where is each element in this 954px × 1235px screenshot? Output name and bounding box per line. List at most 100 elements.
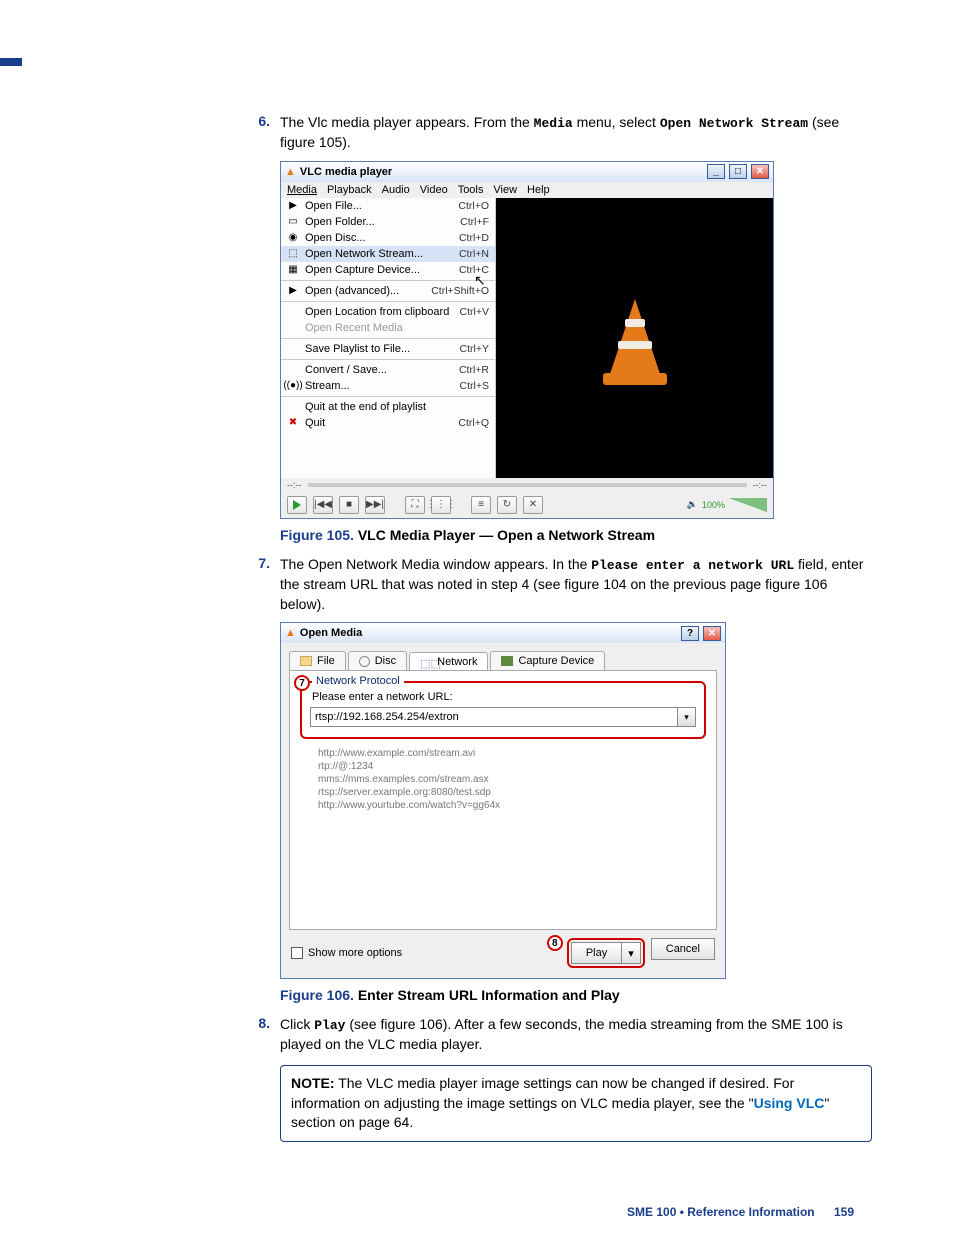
menu-item-icon: ▦ — [287, 264, 299, 276]
button-name: Play — [314, 1018, 345, 1033]
minimize-button[interactable]: _ — [707, 164, 725, 179]
network-icon: ⬚⬚ — [420, 657, 432, 667]
play-dropdown-button[interactable]: ▾ — [622, 942, 641, 964]
loop-button[interactable]: ↻ — [497, 496, 517, 514]
menu-item[interactable]: Convert / Save...Ctrl+R — [281, 362, 495, 378]
menu-item[interactable]: ◉Open Disc...Ctrl+D — [281, 230, 495, 246]
menu-tools[interactable]: Tools — [458, 184, 484, 196]
network-url-input[interactable] — [310, 707, 678, 727]
menu-item-label: Open Recent Media — [305, 322, 483, 334]
menu-item-label: Open Folder... — [305, 216, 454, 228]
tab-disc[interactable]: Disc — [348, 651, 407, 670]
menu-item-label: Open Disc... — [305, 232, 453, 244]
text: menu, select — [573, 114, 660, 130]
checkbox-label: Show more options — [308, 947, 402, 959]
seek-bar[interactable]: --:-- --:-- — [281, 478, 773, 492]
show-more-options[interactable]: Show more options — [291, 947, 402, 959]
url-dropdown-button[interactable]: ▾ — [678, 707, 696, 727]
menu-video[interactable]: Video — [420, 184, 448, 196]
command-name: Open Network Stream — [660, 116, 808, 131]
cursor-icon: ↖ — [474, 272, 486, 289]
stop-button[interactable]: ■ — [339, 496, 359, 514]
shuffle-button[interactable]: ✕ — [523, 496, 543, 514]
menu-item[interactable]: ⬚Open Network Stream...Ctrl+N — [281, 246, 495, 262]
menu-item[interactable]: ▭Open Folder...Ctrl+F — [281, 214, 495, 230]
vlc-cone-logo — [600, 290, 670, 385]
menu-item-icon: ▶ — [287, 200, 299, 212]
play-button[interactable] — [287, 496, 307, 514]
menu-item[interactable]: ((●))Stream...Ctrl+S — [281, 378, 495, 394]
url-prompt: Please enter a network URL: — [312, 691, 696, 703]
menu-item-label: Quit at the end of playlist — [305, 401, 483, 413]
tab-file[interactable]: File — [289, 651, 346, 670]
open-media-titlebar: ▲ Open Media ? ✕ — [281, 623, 725, 643]
menu-media[interactable]: Media — [287, 184, 317, 196]
menu-item-icon — [287, 343, 299, 355]
menu-item-label: Stream... — [305, 380, 454, 392]
prev-button[interactable]: |◀◀ — [313, 496, 333, 514]
fullscreen-button[interactable]: ⛶ — [405, 496, 425, 514]
vlc-titlebar: ▲ VLC media player _ □ ✕ — [281, 162, 773, 182]
ext-settings-button[interactable]: ⋮⋮⋮ — [431, 496, 451, 514]
vlc-cone-icon: ▲ — [285, 627, 296, 639]
url-input-row: ▾ — [310, 707, 696, 727]
text: The Open Network Media window appears. I… — [280, 556, 591, 572]
next-button[interactable]: ▶▶| — [365, 496, 385, 514]
tab-network[interactable]: ⬚⬚ Network — [409, 652, 488, 671]
figure-title: Enter Stream URL Information and Play — [358, 987, 620, 1003]
menu-item-icon: ▭ — [287, 216, 299, 228]
example-url: rtsp://server.example.org:8080/test.sdp — [318, 786, 706, 799]
capture-icon — [501, 656, 513, 666]
menu-item-icon — [287, 401, 299, 413]
callout-7: 7 — [294, 675, 310, 691]
menu-item[interactable]: ▶Open File...Ctrl+O — [281, 198, 495, 214]
volume-control[interactable]: 🔉 100% — [687, 498, 767, 512]
menu-view[interactable]: View — [493, 184, 517, 196]
play-button[interactable]: Play — [571, 942, 622, 964]
step-8: 8. Click Play (see figure 106). After a … — [252, 1015, 872, 1055]
example-url: http://www.example.com/stream.avi — [318, 747, 706, 760]
tab-label: File — [317, 655, 335, 667]
media-dropdown: ▶Open File...Ctrl+O▭Open Folder...Ctrl+F… — [281, 198, 496, 478]
playlist-button[interactable]: ≡ — [471, 496, 491, 514]
menu-item[interactable]: Open Location from clipboardCtrl+V — [281, 304, 495, 320]
menu-item[interactable]: ✖QuitCtrl+Q — [281, 415, 495, 431]
menu-audio[interactable]: Audio — [382, 184, 410, 196]
menu-item[interactable]: ▶Open (advanced)...Ctrl+Shift+O — [281, 283, 495, 299]
vlc-body: ▶Open File...Ctrl+O▭Open Folder...Ctrl+F… — [281, 198, 773, 478]
vlc-menubar: Media Playback Audio Video Tools View He… — [281, 182, 773, 198]
figure-number: Figure 105. — [280, 527, 354, 543]
help-button[interactable]: ? — [681, 626, 699, 641]
figure-title: VLC Media Player — Open a Network Stream — [358, 527, 655, 543]
volume-slider[interactable] — [729, 498, 767, 512]
time-total: --:-- — [753, 480, 768, 490]
disc-icon — [359, 656, 370, 667]
cancel-button[interactable]: Cancel — [651, 938, 715, 960]
maximize-button[interactable]: □ — [729, 164, 747, 179]
menu-item-label: Save Playlist to File... — [305, 343, 454, 355]
time-elapsed: --:-- — [287, 480, 302, 490]
speaker-icon: 🔉 — [687, 499, 698, 510]
menu-playback[interactable]: Playback — [327, 184, 372, 196]
menu-item-icon — [287, 364, 299, 376]
network-panel: 7 Network Protocol Please enter a networ… — [289, 670, 717, 930]
close-button[interactable]: ✕ — [703, 626, 721, 641]
figure-106-caption: Figure 106. Enter Stream URL Information… — [280, 987, 872, 1003]
using-vlc-link[interactable]: Using VLC — [754, 1095, 825, 1111]
menu-item[interactable]: Save Playlist to File... Ctrl+Y — [281, 341, 495, 357]
note-label: NOTE: — [291, 1075, 335, 1091]
menu-help[interactable]: Help — [527, 184, 550, 196]
menu-shortcut: Ctrl+R — [459, 364, 489, 376]
top-accent-bar — [0, 58, 22, 66]
menu-item[interactable]: ▦Open Capture Device...Ctrl+C — [281, 262, 495, 278]
step-text: Click Play (see figure 106). After a few… — [280, 1015, 872, 1055]
menu-item[interactable]: Quit at the end of playlist — [281, 399, 495, 415]
menu-shortcut: Ctrl+Y — [460, 343, 489, 355]
figure-105-caption: Figure 105. VLC Media Player — Open a Ne… — [280, 527, 872, 543]
menu-shortcut: Ctrl+O — [458, 200, 489, 212]
close-button[interactable]: ✕ — [751, 164, 769, 179]
tab-capture[interactable]: Capture Device — [490, 651, 605, 670]
menu-item-label: Open Location from clipboard — [305, 306, 454, 318]
menu-item-icon: ⬚ — [287, 248, 299, 260]
window-title: Open Media — [300, 627, 362, 639]
